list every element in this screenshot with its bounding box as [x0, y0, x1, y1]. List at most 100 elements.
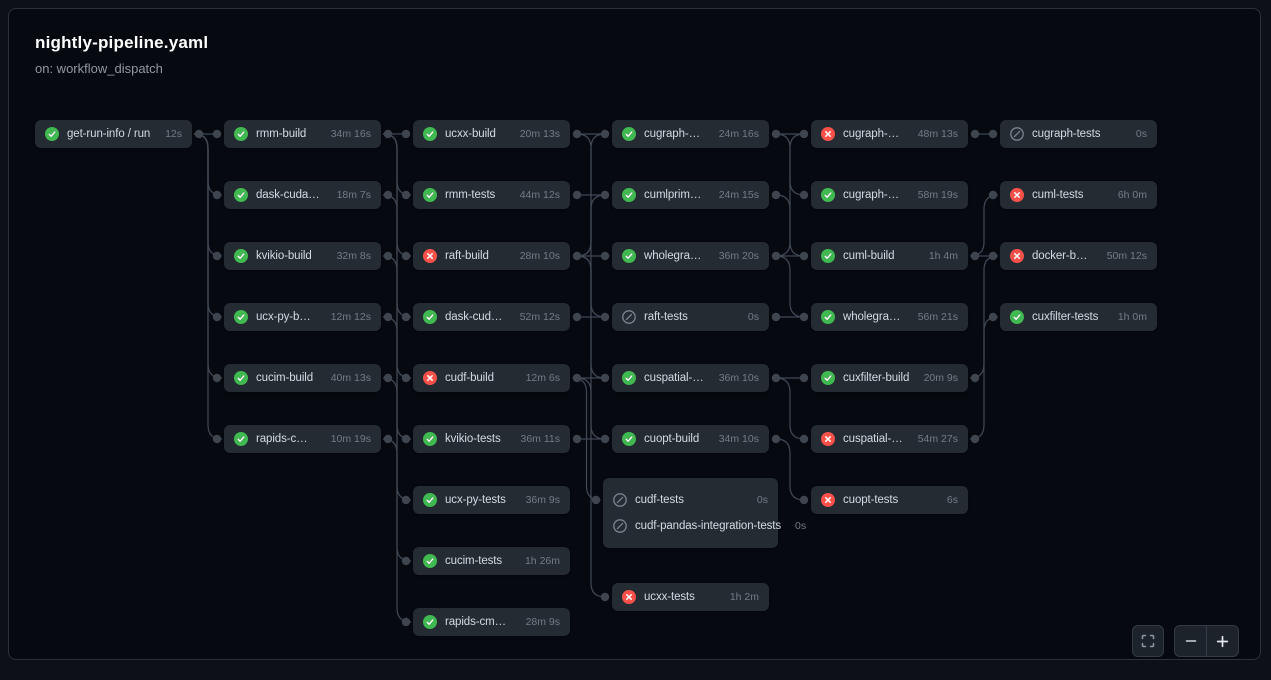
job-node-run[interactable]: get-run-info / run12s	[35, 120, 192, 148]
job-group-cudf-tests-group[interactable]: cudf-tests0scudf-pandas-integration-test…	[603, 478, 778, 548]
job-name: cugraph-build	[843, 128, 904, 140]
job-node-cuspatial-build[interactable]: cuspatial-build36m 10s	[612, 364, 769, 392]
job-duration: 48m 13s	[912, 128, 958, 140]
job-node-cuxfilter-build[interactable]: cuxfilter-build 20m 9s	[811, 364, 968, 392]
failure-status-icon	[622, 590, 636, 604]
job-name: kvikio-tests	[445, 433, 501, 445]
job-duration: 24m 16s	[713, 128, 759, 140]
job-duration: 52m 12s	[514, 311, 560, 323]
job-node-cugraph-build[interactable]: cugraph-build 48m 13s	[811, 120, 968, 148]
job-name: dask-cuda-tests	[445, 311, 506, 323]
job-name: rapids-cmake-tests	[445, 616, 512, 628]
job-name: kvikio-build	[256, 250, 312, 262]
job-node-cudf-build[interactable]: cudf-build 12m 6s	[413, 364, 570, 392]
job-duration: 36m 9s	[520, 494, 560, 506]
success-status-icon	[423, 615, 437, 629]
job-duration: 28m 10s	[514, 250, 560, 262]
job-name: cuopt-build	[644, 433, 699, 445]
job-node-ucx-py-build[interactable]: ucx-py-build12m 12s	[224, 303, 381, 331]
failure-status-icon	[821, 127, 835, 141]
job-name: ucxx-build	[445, 128, 496, 140]
job-name: cudf-build	[445, 372, 494, 384]
minus-icon	[1184, 634, 1198, 648]
job-name: cuspatial-tests	[843, 433, 904, 445]
plus-icon	[1215, 634, 1230, 649]
success-status-icon	[234, 310, 248, 324]
job-name: cugraph-ops-build	[644, 128, 705, 140]
job-node-dask-cuda-tests[interactable]: dask-cuda-tests 52m 12s	[413, 303, 570, 331]
success-status-icon	[622, 371, 636, 385]
job-name: cuml-tests	[1032, 189, 1083, 201]
job-node-cugraph-tests[interactable]: cugraph-tests0s	[1000, 120, 1157, 148]
success-status-icon	[423, 127, 437, 141]
job-node-docker-build-and-test[interactable]: docker-build-and-test 50m 12s	[1000, 242, 1157, 270]
job-node-cuopt-build[interactable]: cuopt-build34m 10s	[612, 425, 769, 453]
job-duration: 12m 6s	[520, 372, 560, 384]
fit-view-icon	[1140, 633, 1156, 649]
job-node-cuml-build[interactable]: cuml-build1h 4m	[811, 242, 968, 270]
job-duration: 0s	[742, 311, 759, 323]
job-name: cudf-tests	[635, 494, 684, 506]
job-node-cucim-tests[interactable]: cucim-tests1h 26m	[413, 547, 570, 575]
job-node-cuxfilter-tests[interactable]: cuxfilter-tests1h 0m	[1000, 303, 1157, 331]
success-status-icon	[423, 493, 437, 507]
job-duration: 20m 9s	[918, 372, 958, 384]
job-name: raft-tests	[644, 311, 688, 323]
job-node-cugraph-ops-build[interactable]: cugraph-ops-build 24m 16s	[612, 120, 769, 148]
job-node-ucx-py-tests[interactable]: ucx-py-tests 36m 9s	[413, 486, 570, 514]
job-node-cuspatial-tests[interactable]: cuspatial-tests 54m 27s	[811, 425, 968, 453]
job-node-cumlprims_mg-build[interactable]: cumlprims_mg-build24m 15s	[612, 181, 769, 209]
job-node-cudf-tests[interactable]: cudf-tests0s	[613, 487, 768, 513]
job-name: cucim-tests	[445, 555, 502, 567]
job-node-rmm-build[interactable]: rmm-build 34m 16s	[224, 120, 381, 148]
failure-status-icon	[1010, 249, 1024, 263]
job-node-ucxx-tests[interactable]: ucxx-tests1h 2m	[612, 583, 769, 611]
job-name: docker-build-and-test	[1032, 250, 1093, 262]
job-node-raft-build[interactable]: raft-build 28m 10s	[413, 242, 570, 270]
job-node-wholegraph-tests[interactable]: wholegraph-tests56m 21s	[811, 303, 968, 331]
job-duration: 18m 7s	[331, 189, 371, 201]
job-node-rapids-cmake-build[interactable]: rapids-cmake-build 10m 19s	[224, 425, 381, 453]
job-node-raft-tests[interactable]: raft-tests 0s	[612, 303, 769, 331]
job-duration: 36m 20s	[713, 250, 759, 262]
job-node-ucxx-build[interactable]: ucxx-build 20m 13s	[413, 120, 570, 148]
job-name: ucx-py-tests	[445, 494, 506, 506]
job-node-cuml-tests[interactable]: cuml-tests 6h 0m	[1000, 181, 1157, 209]
graph-header: nightly-pipeline.yaml on: workflow_dispa…	[35, 33, 208, 76]
job-duration: 54m 27s	[912, 433, 958, 445]
job-name: rapids-cmake-build	[256, 433, 317, 445]
success-status-icon	[423, 188, 437, 202]
job-name: wholegraph-tests	[843, 311, 904, 323]
job-node-dask-cuda-build[interactable]: dask-cuda-build18m 7s	[224, 181, 381, 209]
job-duration: 20m 13s	[514, 128, 560, 140]
job-node-wholegraph-build[interactable]: wholegraph-build36m 20s	[612, 242, 769, 270]
job-name: raft-build	[445, 250, 489, 262]
success-status-icon	[821, 249, 835, 263]
job-duration: 34m 16s	[325, 128, 371, 140]
zoom-out-button[interactable]	[1175, 626, 1207, 656]
job-name: ucxx-tests	[644, 591, 695, 603]
job-name: cudf-pandas-integration-tests	[635, 520, 781, 532]
job-node-rapids-cmake-tests[interactable]: rapids-cmake-tests 28m 9s	[413, 608, 570, 636]
job-node-cucim-build[interactable]: cucim-build40m 13s	[224, 364, 381, 392]
job-name: cucim-build	[256, 372, 313, 384]
job-duration: 6h 0m	[1112, 189, 1147, 201]
job-duration: 10m 19s	[325, 433, 371, 445]
job-name: cuxfilter-build	[843, 372, 909, 384]
job-node-cudf-pandas-integration-tests[interactable]: cudf-pandas-integration-tests0s	[613, 513, 768, 539]
fit-view-button[interactable]	[1132, 625, 1164, 657]
job-node-kvikio-build[interactable]: kvikio-build32m 8s	[224, 242, 381, 270]
failure-status-icon	[1010, 188, 1024, 202]
workflow-title: nightly-pipeline.yaml	[35, 33, 208, 53]
workflow-graph-canvas[interactable]	[8, 8, 1261, 660]
job-duration: 50m 12s	[1101, 250, 1147, 262]
job-duration: 28m 9s	[520, 616, 560, 628]
job-node-cugraph-ops-tests[interactable]: cugraph-ops-tests58m 19s	[811, 181, 968, 209]
job-node-cuopt-tests[interactable]: cuopt-tests6s	[811, 486, 968, 514]
zoom-in-button[interactable]	[1207, 626, 1238, 656]
job-name: cuxfilter-tests	[1032, 311, 1098, 323]
job-node-kvikio-tests[interactable]: kvikio-tests36m 11s	[413, 425, 570, 453]
job-name: cuml-build	[843, 250, 894, 262]
job-name: rmm-build	[256, 128, 306, 140]
job-node-rmm-tests[interactable]: rmm-tests44m 12s	[413, 181, 570, 209]
